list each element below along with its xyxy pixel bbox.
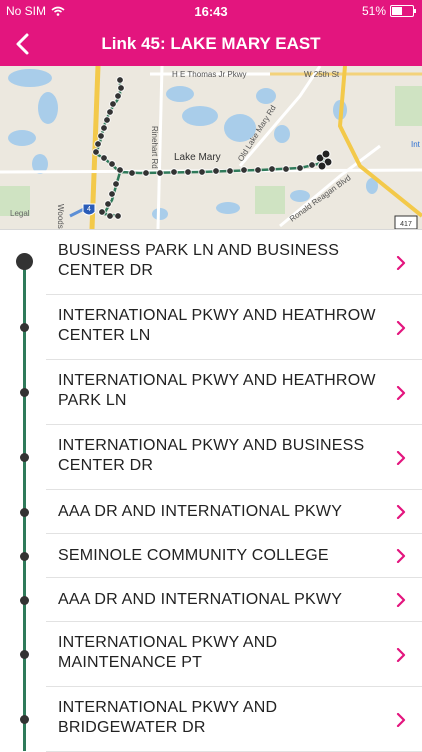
chevron-right-icon xyxy=(396,593,406,607)
chevron-right-icon xyxy=(396,505,406,519)
stop-row[interactable]: AAA DR AND INTERNATIONAL PKWY xyxy=(0,578,422,622)
stop-marker xyxy=(20,596,29,605)
battery-percent: 51% xyxy=(361,4,386,18)
map-legal-link: Legal xyxy=(10,209,30,218)
map-labels: H E Thomas Jr Pkwy W 25th St Rinehart Rd… xyxy=(10,70,421,229)
map-stop-dot[interactable] xyxy=(98,208,106,216)
route-map[interactable]: H E Thomas Jr Pkwy W 25th St Rinehart Rd… xyxy=(0,66,422,229)
battery-icon xyxy=(390,5,416,17)
map-label-w25: W 25th St xyxy=(304,70,340,79)
map-stop-dot[interactable] xyxy=(296,164,304,172)
stop-marker xyxy=(20,650,29,659)
page-title: Link 45: LAKE MARY EAST xyxy=(101,34,321,53)
clock: 16:43 xyxy=(194,4,228,19)
map-stop-dot[interactable] xyxy=(92,148,100,156)
map-stop-dot[interactable] xyxy=(112,180,120,188)
stop-name: INTERNATIONAL PKWY AND MAINTENANCE PT xyxy=(58,634,278,671)
map-stop-dot[interactable] xyxy=(308,161,316,169)
stop-row[interactable]: INTERNATIONAL PKWY AND HEATHROW CENTER L… xyxy=(0,295,422,360)
map-label-lakemary: Lake Mary xyxy=(174,152,221,163)
current-stop-marker xyxy=(16,253,33,270)
map-canvas[interactable]: H E Thomas Jr Pkwy W 25th St Rinehart Rd… xyxy=(0,66,422,229)
map-stop-dot[interactable] xyxy=(108,160,116,168)
map-stop-dot[interactable] xyxy=(94,140,102,148)
stop-row[interactable]: INTERNATIONAL PKWY AND HEATHROW PARK LN xyxy=(0,360,422,425)
chevron-right-icon xyxy=(396,549,406,563)
stop-row[interactable]: INTERNATIONAL PKWY AND MAINTENANCE PT xyxy=(0,622,422,687)
map-stop-dot[interactable] xyxy=(254,166,262,174)
map-stop-dot[interactable] xyxy=(100,124,108,132)
stop-name: INTERNATIONAL PKWY AND HEATHROW CENTER L… xyxy=(58,307,376,344)
stop-list: BUSINESS PARK LN AND BUSINESS CENTER DR I… xyxy=(0,229,422,752)
map-stop-dot[interactable] xyxy=(117,84,125,92)
shield-label: 4 xyxy=(87,206,91,213)
map-label-thomas: H E Thomas Jr Pkwy xyxy=(172,70,247,79)
stop-row[interactable]: BUSINESS PARK LN AND BUSINESS CENTER DR xyxy=(0,230,422,295)
map-stop-dot[interactable] xyxy=(226,167,234,175)
stop-name: INTERNATIONAL PKWY AND HEATHROW PARK LN xyxy=(58,372,376,409)
map-stop-dot[interactable] xyxy=(100,154,108,162)
stop-name: BUSINESS PARK LN AND BUSINESS CENTER DR xyxy=(58,242,340,279)
map-stop-dot[interactable] xyxy=(240,166,248,174)
stop-marker xyxy=(20,508,29,517)
partial-shield-label: 417 xyxy=(400,221,412,228)
map-stop-dot[interactable] xyxy=(282,165,290,173)
stop-name: SEMINOLE COMMUNITY COLLEGE xyxy=(58,547,329,564)
stop-marker xyxy=(20,388,29,397)
stop-row[interactable]: SEMINOLE COMMUNITY COLLEGE xyxy=(0,534,422,578)
interstate-shield: 4 xyxy=(82,203,96,216)
status-right: 51% xyxy=(361,4,416,18)
chevron-right-icon xyxy=(396,385,406,400)
map-stop-dot[interactable] xyxy=(116,166,124,174)
map-stop-cluster-dot[interactable] xyxy=(321,149,331,159)
chevron-right-icon xyxy=(396,450,406,465)
stop-marker xyxy=(20,715,29,724)
stop-marker xyxy=(20,453,29,462)
stop-row[interactable]: INTERNATIONAL PKWY AND BRIDGEWATER DR xyxy=(0,687,422,752)
stop-marker xyxy=(20,552,29,561)
map-stop-dot[interactable] xyxy=(106,108,114,116)
chevron-right-icon xyxy=(396,712,406,727)
chevron-right-icon xyxy=(396,647,406,662)
header-bar: No SIM 16:43 51% Link 45: LAKE MARY EAST xyxy=(0,0,422,66)
stop-name: AAA DR AND INTERNATIONAL PKWY xyxy=(58,591,343,608)
map-stop-dot[interactable] xyxy=(170,168,178,176)
map-stop-dot[interactable] xyxy=(106,212,114,220)
highway-shield-partial: 417 xyxy=(394,215,418,229)
map-stop-dot[interactable] xyxy=(142,169,150,177)
chevron-right-icon xyxy=(396,320,406,335)
map-stop-dot[interactable] xyxy=(128,169,136,177)
map-stop-dot[interactable] xyxy=(103,116,111,124)
stop-name: INTERNATIONAL PKWY AND BRIDGEWATER DR xyxy=(58,699,278,736)
map-stop-cluster-dot[interactable] xyxy=(317,161,327,171)
map-stop-dot[interactable] xyxy=(268,165,276,173)
map-stop-dot[interactable] xyxy=(104,200,112,208)
chevron-right-icon xyxy=(396,255,406,270)
map-stop-dot[interactable] xyxy=(109,100,117,108)
map-stop-dot[interactable] xyxy=(114,212,122,220)
parks xyxy=(0,86,422,216)
stop-name: AAA DR AND INTERNATIONAL PKWY xyxy=(58,503,343,520)
status-bar: No SIM 16:43 51% xyxy=(0,0,422,22)
map-stop-dot[interactable] xyxy=(108,190,116,198)
stop-name: INTERNATIONAL PKWY AND BUSINESS CENTER D… xyxy=(58,437,365,474)
stop-marker xyxy=(20,323,29,332)
stop-row[interactable]: INTERNATIONAL PKWY AND BUSINESS CENTER D… xyxy=(0,425,422,490)
map-stop-dot[interactable] xyxy=(184,168,192,176)
map-label-partial-right: Int xyxy=(411,140,421,149)
nav-bar: Link 45: LAKE MARY EAST xyxy=(0,22,422,66)
map-label-rinehart: Rinehart Rd xyxy=(150,126,159,169)
map-label-woods: Woods Rd xyxy=(56,204,65,229)
map-stop-dot[interactable] xyxy=(212,167,220,175)
map-stop-dot[interactable] xyxy=(116,76,124,84)
map-stop-dot[interactable] xyxy=(156,169,164,177)
stop-row[interactable]: AAA DR AND INTERNATIONAL PKWY xyxy=(0,490,422,534)
map-stop-dot[interactable] xyxy=(114,92,122,100)
map-stop-dot[interactable] xyxy=(97,132,105,140)
map-stop-dot[interactable] xyxy=(198,168,206,176)
